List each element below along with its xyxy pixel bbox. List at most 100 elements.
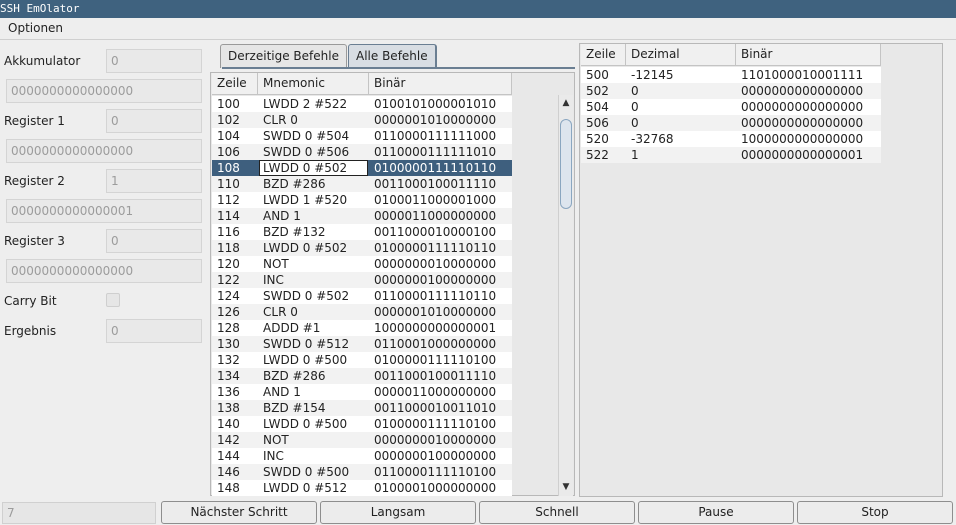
cell-zeile: 138 — [217, 401, 240, 415]
cell-mnemonic: SWDD 0 #506 — [263, 145, 350, 159]
table-row[interactable]: 148 LWDD 0 #512 0100001000000000 — [212, 480, 512, 496]
cell-zeile: 106 — [217, 145, 240, 159]
table-row[interactable]: 130 SWDD 0 #512 0110001000000000 — [212, 336, 512, 352]
cell-zeile: 144 — [217, 449, 240, 463]
table-row[interactable]: 134 BZD #286 0011000100011110 — [212, 368, 512, 384]
program-table-body: 100 LWDD 2 #522 0100101000001010 102 CLR 0 00… — [212, 96, 512, 496]
fast-button[interactable]: Schnell — [479, 501, 635, 524]
table-row[interactable]: 142 NOT 0000000010000000 — [212, 432, 512, 448]
memory-table-body: 500 -12145 1101000010001111 502 0 00000000000… — [581, 67, 881, 163]
cell-mnemonic: INC — [263, 273, 284, 287]
cell-mnemonic: ADDD #1 — [263, 321, 321, 335]
next-step-button[interactable]: Nächster Schritt — [161, 501, 317, 524]
table-row[interactable]: 104 SWDD 0 #504 0110000111111000 — [212, 128, 512, 144]
table-row[interactable]: 100 LWDD 2 #522 0100101000001010 — [212, 96, 512, 112]
cell-binaer: 0110001000000000 — [374, 337, 497, 351]
cell-mnemonic: LWDD 0 #500 — [263, 417, 348, 431]
menu-optionen[interactable]: Optionen — [8, 21, 63, 35]
scroll-down-arrow-icon[interactable]: ▼ — [560, 481, 572, 493]
cell-zeile: 142 — [217, 433, 240, 447]
cell-dezimal: 1 — [631, 148, 639, 162]
table-row[interactable]: 502 0 0000000000000000 — [581, 83, 881, 99]
cell-mnemonic: BZD #132 — [263, 225, 326, 239]
cell-zeile: 124 — [217, 289, 240, 303]
ergebnis-value-field: 0 — [106, 319, 202, 343]
cell-mnemonic: SWDD 0 #502 — [263, 289, 350, 303]
memory-table: Zeile Dezimal Binär 500 -12145 11010000100… — [579, 43, 943, 497]
table-row[interactable]: 138 BZD #154 0011000010011010 — [212, 400, 512, 416]
cell-zeile: 520 — [586, 132, 609, 146]
cell-mnemonic: CLR 0 — [263, 305, 298, 319]
table-row[interactable]: 116 BZD #132 0011000010000100 — [212, 224, 512, 240]
table-row[interactable]: 132 LWDD 0 #500 0100000111110100 — [212, 352, 512, 368]
cell-binaer: 1000000000000001 — [374, 321, 497, 335]
cell-zeile: 126 — [217, 305, 240, 319]
table-row[interactable]: 500 -12145 1101000010001111 — [581, 67, 881, 83]
table-row[interactable]: 522 1 0000000000000001 — [581, 147, 881, 163]
cell-binaer: 0000000010000000 — [374, 257, 497, 271]
table-row[interactable]: 506 0 0000000000000000 — [581, 115, 881, 131]
cell-binaer: 0110000111110100 — [374, 465, 497, 479]
cell-zeile: 112 — [217, 193, 240, 207]
cell-dezimal: 0 — [631, 84, 639, 98]
cell-mnemonic: NOT — [263, 433, 289, 447]
scrollbar-thumb[interactable] — [560, 119, 572, 209]
table-row[interactable]: 120 NOT 0000000010000000 — [212, 256, 512, 272]
table-row[interactable]: 140 LWDD 0 #500 0100000111110100 — [212, 416, 512, 432]
table-row[interactable]: 108 LWDD 0 #502 0100000111110110 — [212, 160, 512, 176]
cell-mnemonic: INC — [263, 449, 284, 463]
akkumulator-label: Akkumulator — [4, 54, 81, 68]
column-header-zeile[interactable]: Zeile — [581, 44, 626, 66]
pause-button[interactable]: Pause — [638, 501, 794, 524]
register3-value-field: 0 — [106, 229, 202, 253]
table-row[interactable]: 144 INC 0000000100000000 — [212, 448, 512, 464]
program-table-scrollbar[interactable]: ▲ ▼ — [558, 95, 573, 496]
tab-alle-befehle[interactable]: Alle Befehle — [348, 44, 437, 68]
table-row[interactable]: 122 INC 0000000100000000 — [212, 272, 512, 288]
table-row[interactable]: 102 CLR 0 0000001010000000 — [212, 112, 512, 128]
cell-zeile: 104 — [217, 129, 240, 143]
cell-mnemonic: BZD #286 — [263, 177, 326, 191]
table-row[interactable]: 112 LWDD 1 #520 0100011000001000 — [212, 192, 512, 208]
cell-mnemonic: LWDD 0 #512 — [263, 481, 348, 495]
cell-binaer: 0000011000000000 — [374, 209, 497, 223]
tab-derzeitige-befehle[interactable]: Derzeitige Befehle — [220, 44, 347, 68]
scroll-up-arrow-icon[interactable]: ▲ — [560, 97, 572, 109]
carry-bit-label: Carry Bit — [4, 294, 57, 308]
tab-underline — [222, 67, 575, 69]
cell-binaer: 1101000010001111 — [741, 68, 864, 82]
cell-mnemonic: LWDD 0 #500 — [263, 353, 348, 367]
column-header-dezimal[interactable]: Dezimal — [626, 44, 736, 66]
column-header-zeile[interactable]: Zeile — [212, 73, 258, 95]
cell-zeile: 116 — [217, 225, 240, 239]
table-row[interactable]: 128 ADDD #1 1000000000000001 — [212, 320, 512, 336]
program-table-header: Zeile Mnemonic Binär — [212, 73, 512, 95]
slow-button[interactable]: Langsam — [320, 501, 476, 524]
table-row[interactable]: 504 0 0000000000000000 — [581, 99, 881, 115]
table-row[interactable]: 136 AND 1 0000011000000000 — [212, 384, 512, 400]
cell-dezimal: 0 — [631, 116, 639, 130]
table-row[interactable]: 124 SWDD 0 #502 0110000111110110 — [212, 288, 512, 304]
cell-mnemonic: LWDD 2 #522 — [263, 97, 348, 111]
table-row[interactable]: 114 AND 1 0000011000000000 — [212, 208, 512, 224]
stop-button[interactable]: Stop — [797, 501, 953, 524]
table-row[interactable]: 520 -32768 1000000000000000 — [581, 131, 881, 147]
memory-table-header: Zeile Dezimal Binär — [581, 44, 881, 66]
cell-zeile: 522 — [586, 148, 609, 162]
column-header-mnemonic[interactable]: Mnemonic — [258, 73, 369, 95]
table-row[interactable]: 110 BZD #286 0011000100011110 — [212, 176, 512, 192]
table-row[interactable]: 106 SWDD 0 #506 0110000111111010 — [212, 144, 512, 160]
column-header-binaer[interactable]: Binär — [369, 73, 512, 95]
cell-binaer: 0100000111110110 — [374, 161, 497, 175]
cell-binaer: 0100000111110100 — [374, 353, 497, 367]
window-title: SSH EmOlator — [0, 2, 80, 15]
cell-binaer: 0100000111110110 — [374, 241, 497, 255]
table-row[interactable]: 126 CLR 0 0000001010000000 — [212, 304, 512, 320]
column-header-binaer[interactable]: Binär — [736, 44, 881, 66]
cell-binaer: 0000000100000000 — [374, 449, 497, 463]
table-row[interactable]: 118 LWDD 0 #502 0100000111110110 — [212, 240, 512, 256]
cell-zeile: 506 — [586, 116, 609, 130]
table-row[interactable]: 146 SWDD 0 #500 0110000111110100 — [212, 464, 512, 480]
cell-binaer: 0100011000001000 — [374, 193, 497, 207]
cell-mnemonic: AND 1 — [263, 209, 301, 223]
